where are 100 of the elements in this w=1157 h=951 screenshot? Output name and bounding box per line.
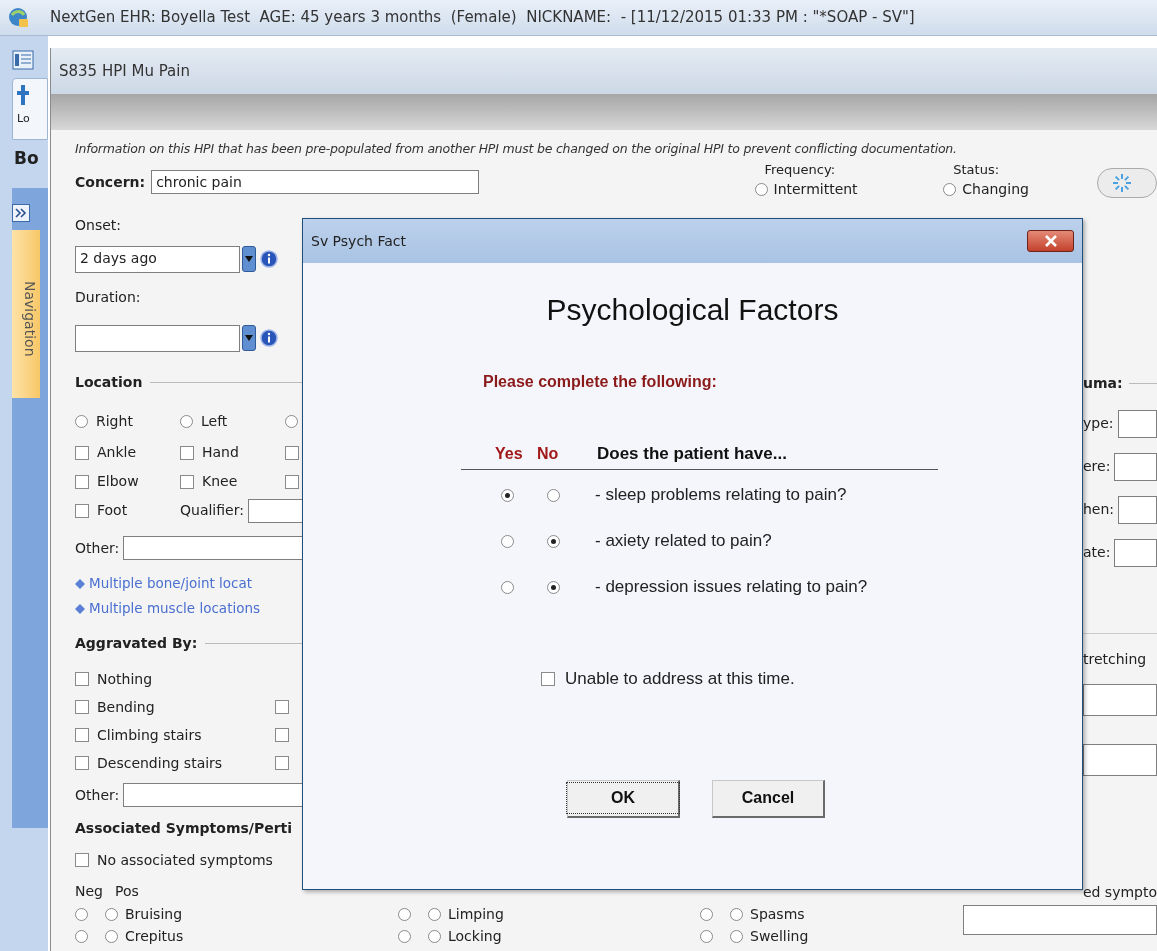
link[interactable]: Multiple bone/joint locat [89, 573, 253, 594]
input-field[interactable] [1083, 744, 1157, 776]
option-label: Changing [962, 182, 1029, 196]
radio-button[interactable] [754, 182, 768, 196]
radio-button[interactable] [501, 580, 514, 594]
input-field[interactable] [247, 498, 303, 523]
checkbox-label: Hand [202, 443, 239, 462]
form-title: S835 HPI Mu Pain [59, 60, 190, 82]
input-field[interactable] [1114, 538, 1157, 567]
radio-button[interactable] [105, 929, 118, 943]
input-field[interactable]: chronic pain [151, 170, 480, 194]
dialog-button[interactable]: Cancel [712, 779, 825, 818]
radio-button[interactable] [285, 414, 298, 428]
tab-label: Lo [17, 113, 30, 124]
checkbox[interactable] [75, 853, 89, 867]
checkbox-label: Nothing [97, 669, 153, 689]
plus-icon [17, 83, 29, 107]
checkbox[interactable] [275, 700, 289, 714]
close-button[interactable] [1027, 230, 1074, 252]
radio-button[interactable] [700, 907, 713, 921]
field-label: Onset: [75, 215, 121, 235]
radio-button[interactable] [700, 929, 713, 943]
field-label: Qualifier: [180, 501, 244, 520]
radio-button[interactable] [501, 534, 514, 548]
column-header: Does the patient have... [597, 442, 787, 465]
section-heading: Aggravated By: [75, 633, 198, 653]
radio-button[interactable] [428, 929, 441, 943]
checkbox-label: Ankle [97, 443, 137, 462]
checkbox[interactable] [275, 728, 289, 742]
checkbox[interactable] [75, 672, 89, 686]
option-label: Spasms [750, 904, 805, 924]
radio-button[interactable] [547, 580, 560, 594]
radio-button[interactable] [398, 929, 411, 943]
radio-button[interactable] [75, 414, 88, 428]
spinner-icon [1112, 173, 1133, 193]
column-header: Neg [75, 881, 103, 901]
panel-heading: Bo [14, 147, 40, 170]
checkbox[interactable] [180, 445, 194, 460]
list-icon[interactable] [12, 50, 34, 70]
input-field[interactable] [123, 783, 303, 807]
dialog-title: Sv Psych Fact [311, 231, 407, 251]
window-title: NextGen EHR: Boyella Test AGE: 45 years 3 months (Female) NICKNAME: - [11/12/2015 01:33 PM : "*SOAP - SV"] [50, 7, 915, 29]
checkbox[interactable] [275, 756, 289, 770]
checkbox[interactable] [75, 445, 89, 460]
radio-button[interactable] [547, 488, 560, 502]
input-field[interactable] [963, 905, 1157, 935]
checkbox-label: Climbing stairs [97, 725, 202, 745]
field-label: ype: [1083, 414, 1114, 433]
dropdown-button[interactable] [242, 246, 256, 272]
info-icon[interactable] [260, 329, 278, 347]
column-header: No [537, 443, 560, 464]
caret-icon [245, 256, 253, 262]
checkbox[interactable] [75, 503, 89, 518]
dialog-button[interactable]: OK [567, 779, 680, 818]
checkbox-label: Bending [97, 697, 155, 717]
field-label: ate: [1083, 543, 1111, 562]
field-label: Concern: [75, 172, 146, 192]
checkbox[interactable] [541, 671, 555, 686]
option-label: Right [96, 411, 133, 431]
dropdown-button[interactable] [242, 325, 256, 351]
radio-button[interactable] [75, 907, 88, 921]
checkbox-label: No associated symptoms [97, 850, 273, 870]
radio-button[interactable] [943, 182, 957, 196]
checkbox[interactable] [75, 756, 89, 770]
radio-button[interactable] [105, 907, 118, 921]
radio-button[interactable] [180, 414, 193, 428]
checkbox[interactable] [285, 445, 299, 460]
spinner-button[interactable] [1097, 168, 1157, 198]
radio-button[interactable] [501, 488, 514, 502]
diamond-icon [75, 578, 85, 589]
question-text: - axiety related to pain? [595, 530, 772, 553]
checkbox[interactable] [285, 474, 299, 489]
checkbox[interactable] [75, 474, 89, 489]
radio-button[interactable] [730, 929, 743, 943]
navigation-tab[interactable]: Navigation [12, 229, 40, 398]
radio-button[interactable] [547, 534, 560, 548]
checkbox[interactable] [180, 474, 194, 489]
input-field[interactable] [1118, 495, 1157, 524]
section-heading: Associated Symptoms/Perti [75, 818, 293, 838]
question-text: - sleep problems relating to pain? [595, 484, 847, 507]
input-field[interactable] [123, 536, 303, 560]
radio-button[interactable] [75, 929, 88, 943]
input-field[interactable] [75, 324, 240, 352]
input-field[interactable] [1114, 452, 1157, 481]
input-field[interactable] [1083, 684, 1157, 716]
radio-button[interactable] [398, 907, 411, 921]
option-label: Intermittent [773, 182, 858, 196]
radio-button[interactable] [428, 907, 441, 921]
input-field[interactable] [1117, 409, 1157, 438]
checkbox[interactable] [75, 728, 89, 742]
link[interactable]: Multiple muscle locations [89, 598, 261, 619]
input-field[interactable]: 2 days ago [75, 245, 240, 273]
option-label: Bruising [125, 904, 183, 924]
radio-button[interactable] [730, 907, 743, 921]
side-tab[interactable]: Lo [12, 78, 48, 140]
section-heading: uma: [1083, 373, 1123, 393]
checkbox[interactable] [75, 700, 89, 714]
info-icon[interactable] [260, 250, 278, 268]
checkbox-label: Knee [202, 472, 238, 491]
double-chevron-icon[interactable] [12, 203, 30, 222]
